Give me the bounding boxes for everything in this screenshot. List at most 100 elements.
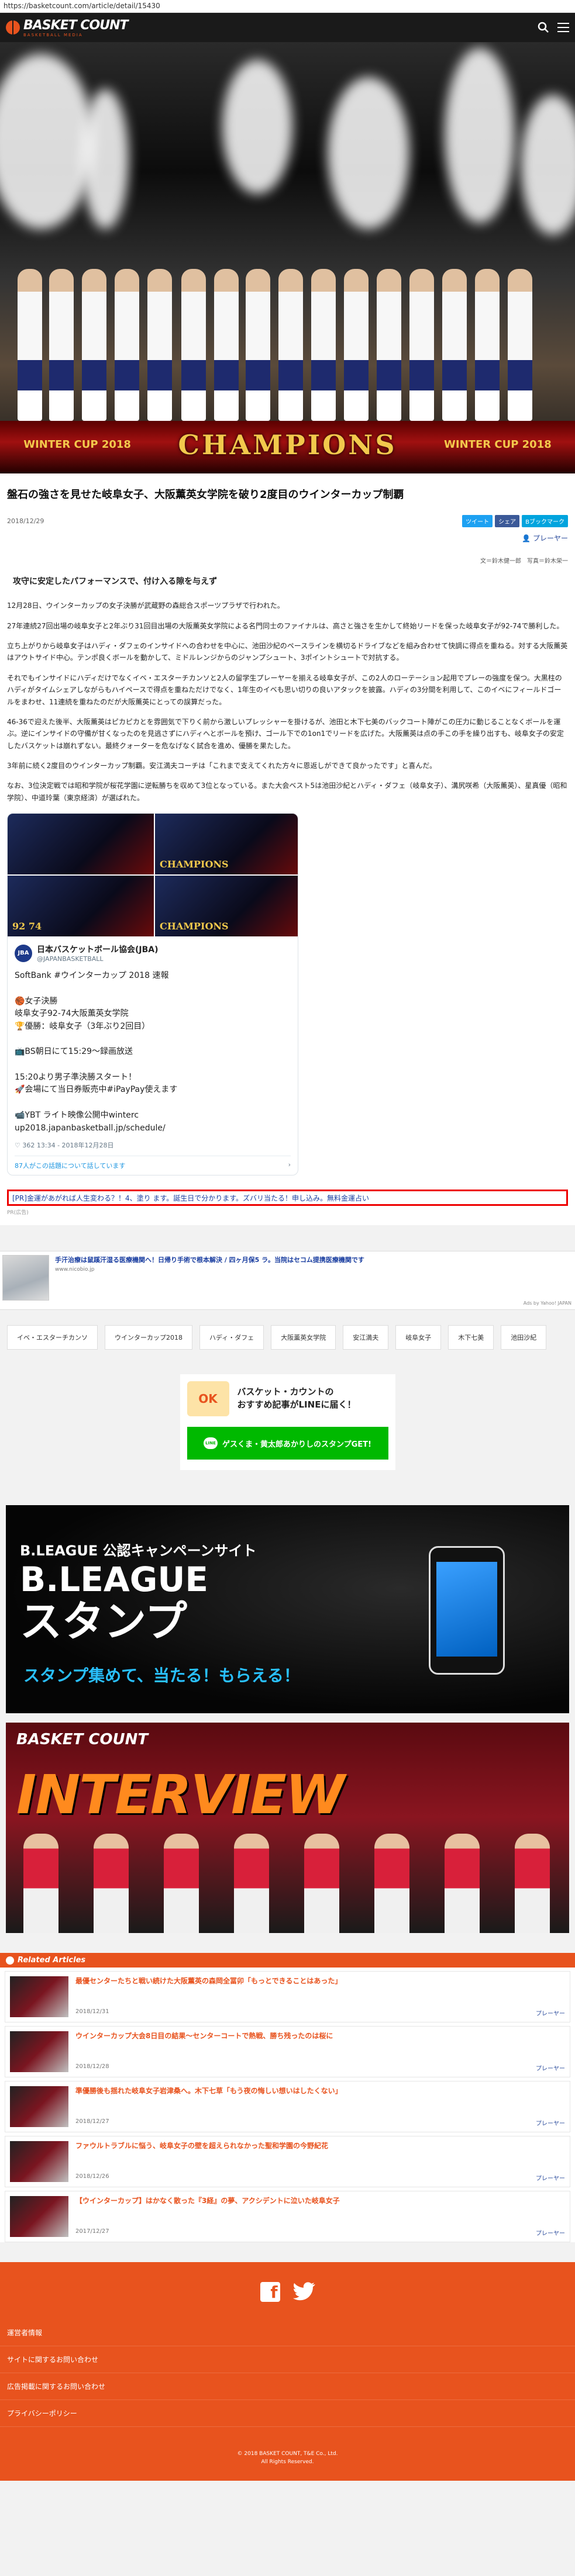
related-thumbnail[interactable] <box>10 2196 68 2238</box>
phone-illustration <box>429 1546 505 1675</box>
related-article[interactable]: 最優センターたちと戦い続けた大阪薫英の森岡全冨卯「もっとできることはあった」 2… <box>5 1971 570 2023</box>
tag-link[interactable]: 池田沙紀 <box>501 1325 547 1350</box>
ok-bear-icon: OK <box>187 1381 229 1417</box>
logo-subtitle: BASKETBALL MEDIA <box>23 32 83 37</box>
article-paragraph: 46-36で迎えた後半、大阪薫英はピカピカとを雰囲気で下りく前から激しいプレッシ… <box>7 717 564 750</box>
tweet-author-handle[interactable]: @JAPANBASKETBALL <box>37 955 159 963</box>
related-article[interactable]: 【ウインターカップ】はかなく散った『3経』の夢、アクシデントに泣いた岐阜女子 2… <box>5 2191 570 2243</box>
related-player-link[interactable]: プレーヤー <box>536 2008 565 2017</box>
line-message: バスケット・カウントの おすすめ記事がLINEに届く！ <box>237 1386 356 1410</box>
line-promo: OK バスケット・カウントの おすすめ記事がLINEに届く！ LINE ゲスくま… <box>180 1374 395 1471</box>
ad-thumbnail[interactable] <box>2 1255 49 1301</box>
promo-link-box[interactable]: [PR]金運があがれば人生変わる？！4、塗り ます。誕生日で分かります。ズバリ当… <box>7 1190 568 1206</box>
tweet-image[interactable] <box>8 814 154 875</box>
tag-link[interactable]: イベ・エスターチカンソ <box>7 1325 98 1350</box>
related-player-link[interactable]: プレーヤー <box>536 2173 565 2182</box>
chevron-right-icon[interactable]: › <box>288 1161 291 1170</box>
interview-logo: BASKET COUNT <box>16 1731 149 1749</box>
article-title: 盤石の強さを見せた岐阜女子、大阪薫英女学院を破り2度目のウインターカップ制覇 <box>7 489 404 501</box>
related-date: 2017/12/27 <box>75 2228 109 2235</box>
related-article[interactable]: ファウルトラブルに悩う、岐阜女子の壁を超えられなかった聖和学園の今野紀花 201… <box>5 2136 570 2188</box>
tag-link[interactable]: ハディ・ダフェ <box>199 1325 264 1350</box>
tag-link[interactable]: 岐阜女子 <box>395 1325 442 1350</box>
player-link[interactable]: 👤 プレーヤー <box>7 533 568 543</box>
line-button-label: ゲスくま・黄太郎あかりしのスタンプGET! <box>222 1440 371 1449</box>
related-article[interactable]: ウインターカップ大会8日目の結果〜センターコートで熱戦、勝ち残ったのは桜に 20… <box>5 2026 570 2078</box>
interview-banner[interactable]: BASKET COUNT INTERVIEW <box>6 1723 569 1934</box>
bleague-stamp-banner[interactable]: B.LEAGUE 公認キャンペーンサイト B.LEAGUE スタンプ スタンプ集… <box>6 1505 569 1714</box>
twitter-icon[interactable] <box>292 2282 315 2301</box>
related-title[interactable]: 準優勝後も揺れた岐阜女子岩津桑へ。木下七草「もう夜の悔しい想いはしたくない」 <box>75 2086 565 2096</box>
share-buttons: ツイート シェア Bブックマーク <box>462 515 568 528</box>
tweet-images[interactable]: CHAMPIONS 92 74 CHAMPIONS <box>8 814 298 937</box>
related-article[interactable]: 準優勝後も揺れた岐阜女子岩津桑へ。木下七草「もう夜の悔しい想いはしたくない」 2… <box>5 2081 570 2133</box>
article-date: 2018/12/29 <box>7 517 44 525</box>
footer-link-ad-contact[interactable]: 広告掲載に関するお問い合わせ <box>0 2373 575 2401</box>
related-player-link[interactable]: プレーヤー <box>536 2118 565 2127</box>
tweet-image[interactable]: 92 74 <box>8 876 154 937</box>
article-paragraph: 立ち上がりから岐阜女子はハディ・ダフェのインサイドへの合わせを中心に、池田沙紀の… <box>7 641 568 662</box>
related-thumbnail[interactable] <box>10 2086 68 2128</box>
champions-banner: CHAMPIONS <box>178 429 397 461</box>
tweet-image[interactable]: CHAMPIONS <box>155 814 298 875</box>
site-logo[interactable]: BASKET COUNT BASKETBALL MEDIA <box>6 18 129 37</box>
related-player-link[interactable]: プレーヤー <box>536 2063 565 2072</box>
pr-label: PR(広告) <box>7 1210 29 1216</box>
tweet-avatar[interactable]: JBA <box>15 944 32 962</box>
hatena-bookmark-button[interactable]: Bブックマーク <box>522 515 568 528</box>
article-paragraph: 3年前に続く2度目のウインターカップ制覇。安江満夫コーチは「これまで支えてくれた… <box>7 762 436 770</box>
related-thumbnail[interactable] <box>10 2031 68 2073</box>
related-title[interactable]: 最優センターたちと戦い続けた大阪薫英の森岡全冨卯「もっとできることはあった」 <box>75 1976 565 1986</box>
related-heading: Related Articles <box>18 1956 86 1965</box>
wintercup-logo-left: WINTER CUP 2018 <box>23 438 131 451</box>
promo-link[interactable]: [PR]金運があがれば人生変わる？！4、塗り ます。誕生日で分かります。ズバリ当… <box>12 1193 369 1203</box>
related-date: 2018/12/28 <box>75 2063 109 2070</box>
line-stamp-button[interactable]: LINE ゲスくま・黄太郎あかりしのスタンプGET! <box>187 1427 388 1460</box>
related-title[interactable]: 【ウインターカップ】はかなく散った『3経』の夢、アクシデントに泣いた岐阜女子 <box>75 2196 565 2206</box>
related-date: 2018/12/26 <box>75 2173 109 2180</box>
native-ad[interactable]: 手汗治療は鼠蹊汗湿る医療機関へ！日帰り手術で根本解決 / 四ヶ月保5 ラ。当院は… <box>0 1251 575 1311</box>
facebook-share-button[interactable]: シェア <box>495 515 520 528</box>
search-icon[interactable] <box>538 22 549 33</box>
tweet-like-count: 362 <box>22 1142 35 1150</box>
embedded-tweet[interactable]: CHAMPIONS 92 74 CHAMPIONS JBA 日本バスケットボール… <box>7 813 298 1176</box>
heart-icon[interactable]: ♡ <box>15 1142 20 1149</box>
stamp-campaign-text: B.LEAGUE 公認キャンペーンサイト <box>20 1543 257 1560</box>
footer-link-operator[interactable]: 運営者情報 <box>0 2319 575 2347</box>
footer-link-privacy[interactable]: プライバシーポリシー <box>0 2400 575 2428</box>
article-lead: 攻守に安定したパフォーマンスで、付け入る隙を与えず <box>13 577 218 587</box>
footer-link-contact[interactable]: サイトに関するお問い合わせ <box>0 2346 575 2374</box>
related-title[interactable]: ウインターカップ大会8日目の結果〜センターコートで熱戦、勝ち残ったのは桜に <box>75 2031 565 2041</box>
related-thumbnail[interactable] <box>10 2141 68 2183</box>
hero-image: WINTER CUP 2018 CHAMPIONS WINTER CUP 201… <box>0 42 575 473</box>
tweet-time: 13:34 - 2018年12月28日 <box>36 1142 114 1150</box>
related-player-link[interactable]: プレーヤー <box>536 2228 565 2237</box>
tweet-conversation-link[interactable]: 87人がこの話題について話しています <box>15 1161 125 1170</box>
tag-link[interactable]: 安江満夫 <box>343 1325 389 1350</box>
tag-link[interactable]: ウインターカップ2018 <box>105 1325 192 1350</box>
article-paragraph: それでもインサイドにハディだけでなくイベ・エスターチカンソと2人の留学生プレーヤ… <box>7 673 562 706</box>
ad-source: www.nicobio.jp <box>55 1267 95 1273</box>
tag-link[interactable]: 木下七美 <box>448 1325 494 1350</box>
logo-text: BASKET COUNT <box>23 18 129 33</box>
tweet-author-name[interactable]: 日本バスケットボール協会(JBA) <box>37 943 159 955</box>
article-paragraph: 27年連続27回出場の岐阜女子と2年ぶり31回目出場の大阪薫英女学院による名門同… <box>7 621 564 630</box>
related-thumbnail[interactable] <box>10 1976 68 2018</box>
ad-title[interactable]: 手汗治療は鼠蹊汗湿る医療機関へ！日帰り手術で根本解決 / 四ヶ月保5 ラ。当院は… <box>55 1255 364 1264</box>
tweet-button[interactable]: ツイート <box>462 515 493 528</box>
tag-link[interactable]: 大阪薫英女学院 <box>271 1325 336 1350</box>
tweet-text: SoftBank #ウインターカップ 2018 速報 🏀女子決勝 岐阜女子92-… <box>15 971 178 1133</box>
tweet-timestamp[interactable]: ♡ 362 13:34 - 2018年12月28日 <box>15 1140 291 1150</box>
related-articles: Related Articles 最優センターたちと戦い続けた大阪薫英の森岡全冨… <box>0 1953 575 2243</box>
tweet-image[interactable]: CHAMPIONS <box>155 876 298 937</box>
hamburger-menu-icon[interactable] <box>557 23 569 32</box>
related-date: 2018/12/27 <box>75 2118 109 2125</box>
copyright: © 2018 BASKET COUNT, T&E Co., Ltd. All R… <box>237 2451 338 2465</box>
article-paragraph: 12月28日、ウインターカップの女子決勝が武蔵野の森総合スポーツプラザで行われた… <box>7 601 284 610</box>
tag-list: イベ・エスターチカンソ ウインターカップ2018 ハディ・ダフェ 大阪薫英女学院… <box>0 1310 575 1365</box>
player-link-label: プレーヤー <box>532 534 568 543</box>
url-bar[interactable]: https://basketcount.com/article/detail/1… <box>0 0 575 13</box>
facebook-icon[interactable]: f <box>260 2282 280 2302</box>
related-title[interactable]: ファウルトラブルに悩う、岐阜女子の壁を超えられなかった聖和学園の今野紀花 <box>75 2141 565 2151</box>
stamp-headline: B.LEAGUE スタンプ <box>20 1560 209 1646</box>
